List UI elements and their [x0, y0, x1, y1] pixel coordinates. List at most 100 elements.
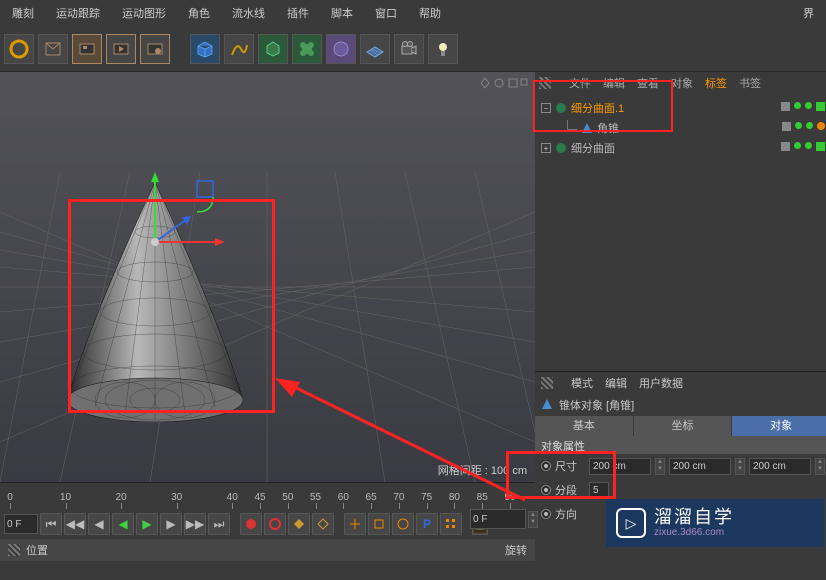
tab-object[interactable]: 对象	[732, 416, 826, 436]
tab-coord[interactable]: 坐标	[634, 416, 733, 436]
play-button[interactable]: ▶	[136, 513, 158, 535]
key-mode-button[interactable]	[312, 513, 334, 535]
annotation-box-tree	[533, 80, 673, 132]
menu-help[interactable]: 帮助	[411, 1, 449, 25]
annotation-box-attrs	[506, 451, 616, 499]
tab-basic[interactable]: 基本	[535, 416, 634, 436]
next-frame-button[interactable]: ▶	[160, 513, 182, 535]
param-key-button[interactable]: P	[416, 513, 438, 535]
watermark-url: zixue.3d66.com	[654, 527, 734, 538]
rot-label: 旋转	[505, 542, 527, 558]
coord-bar: 位置 旋转	[0, 539, 535, 561]
spinner-icon[interactable]: ▲▼	[735, 458, 745, 475]
cone-icon	[541, 398, 553, 413]
camera-button[interactable]	[394, 34, 424, 64]
layer-dot-icon[interactable]	[781, 142, 790, 154]
prev-frame-button[interactable]: ◀	[88, 513, 110, 535]
annotation-box-viewport	[68, 199, 275, 413]
floor-button[interactable]	[360, 34, 390, 64]
main-toolbar	[0, 26, 826, 72]
frame-start-field[interactable]	[4, 514, 38, 534]
play-back-button[interactable]: ◀	[112, 513, 134, 535]
undo-button[interactable]	[4, 34, 34, 64]
layer-dot-icon[interactable]	[781, 102, 790, 114]
om-bookmarks[interactable]: 书签	[739, 75, 761, 91]
menu-mograph[interactable]: 运动图形	[114, 1, 174, 25]
attr-title-text: 锥体对象 [角锥]	[559, 397, 634, 413]
3d-viewport[interactable]: 网格间距 : 100 cm	[0, 72, 535, 482]
attr-object-title: 锥体对象 [角锥]	[535, 394, 826, 416]
timeline-area: /*ticks rendered below by loop*/ 0102030…	[0, 482, 535, 580]
watermark: ▷ 溜溜自学 zixue.3d66.com	[606, 499, 824, 547]
tree-item-sds2[interactable]: + 细分曲面	[541, 138, 825, 158]
attr-mode[interactable]: 模式	[571, 375, 593, 391]
expand-icon[interactable]: +	[541, 143, 551, 153]
sel-tag-icon[interactable]	[817, 122, 825, 130]
render-settings-button[interactable]	[140, 34, 170, 64]
timeline-ruler[interactable]: /*ticks rendered below by loop*/ 0102030…	[0, 489, 535, 509]
viewport-nav-icons[interactable]	[481, 74, 529, 92]
size-y-field[interactable]: 200 cm	[669, 458, 731, 475]
render-pv-button[interactable]	[106, 34, 136, 64]
object-tree[interactable]: − 细分曲面.1 角锥	[535, 94, 826, 371]
menu-right-trunc[interactable]: 界	[795, 1, 822, 25]
tree-label[interactable]: 细分曲面	[571, 140, 615, 156]
anim-dot-icon[interactable]	[541, 461, 551, 471]
drag-handle-icon[interactable]	[541, 377, 553, 389]
om-tags[interactable]: 标签	[705, 75, 727, 91]
environment-button[interactable]	[326, 34, 356, 64]
vis-editor-icon[interactable]	[794, 142, 801, 149]
scale-key-button[interactable]	[368, 513, 390, 535]
pla-key-button[interactable]	[440, 513, 462, 535]
generator-button[interactable]	[258, 34, 288, 64]
goto-end-button[interactable]: ⏭	[208, 513, 230, 535]
menu-window[interactable]: 窗口	[367, 1, 405, 25]
next-key-button[interactable]: ▶▶	[184, 513, 206, 535]
enable-icon[interactable]	[816, 102, 825, 111]
spinner-icon[interactable]: ▲▼	[528, 511, 538, 528]
spinner-icon[interactable]: ▲▼	[655, 458, 665, 475]
menu-character[interactable]: 角色	[180, 1, 218, 25]
attr-userdata[interactable]: 用户数据	[639, 375, 683, 391]
vis-render-icon[interactable]	[805, 142, 812, 149]
deformer-button[interactable]	[292, 34, 322, 64]
attribute-manager: 模式 编辑 用户数据 锥体对象 [角锥] 基本 坐标 对象 对象属性 尺寸 20…	[535, 372, 826, 580]
menu-motion-track[interactable]: 运动跟踪	[48, 1, 108, 25]
main-menu-bar: 雕刻 运动跟踪 运动图形 角色 流水线 插件 脚本 窗口 帮助 界	[0, 0, 826, 26]
light-button[interactable]	[428, 34, 458, 64]
vis-editor-icon[interactable]	[795, 122, 802, 129]
redo-button[interactable]	[38, 34, 68, 64]
key-options-button[interactable]	[288, 513, 310, 535]
menu-script[interactable]: 脚本	[323, 1, 361, 25]
menu-pipeline[interactable]: 流水线	[224, 1, 273, 25]
enable-icon[interactable]	[816, 142, 825, 151]
attr-tabs: 基本 坐标 对象	[535, 416, 826, 436]
primitive-button[interactable]	[190, 34, 220, 64]
pos-key-button[interactable]	[344, 513, 366, 535]
size-z-field[interactable]: 200 cm	[749, 458, 811, 475]
goto-start-button[interactable]: ⏮	[40, 513, 62, 535]
menu-plugins[interactable]: 插件	[279, 1, 317, 25]
prev-key-button[interactable]: ◀◀	[64, 513, 86, 535]
vis-render-icon[interactable]	[806, 122, 813, 129]
menu-sculpt[interactable]: 雕刻	[4, 1, 42, 25]
vis-render-icon[interactable]	[805, 102, 812, 109]
rot-key-button[interactable]	[392, 513, 414, 535]
attr-edit[interactable]: 编辑	[605, 375, 627, 391]
record-button[interactable]	[240, 513, 262, 535]
object-manager: 文件 编辑 查看 对象 标签 书签 − 细分曲面.1	[535, 72, 826, 372]
anim-dot-icon[interactable]	[541, 509, 551, 519]
sds-icon	[555, 142, 567, 154]
render-view-button[interactable]	[72, 34, 102, 64]
autokey-button[interactable]	[264, 513, 286, 535]
om-object[interactable]: 对象	[671, 75, 693, 91]
spinner-icon[interactable]: ▲▼	[815, 458, 825, 475]
vis-editor-icon[interactable]	[794, 102, 801, 109]
drag-handle-icon[interactable]	[8, 544, 20, 556]
viewport-panel: 网格间距 : 100 cm /*ticks rendered below by …	[0, 72, 535, 580]
anim-dot-icon[interactable]	[541, 485, 551, 495]
transport-bar: ⏮ ◀◀ ◀ ◀ ▶ ▶ ▶▶ ⏭ P	[0, 509, 535, 539]
frame-current-field[interactable]	[470, 509, 526, 529]
layer-dot-icon[interactable]	[782, 122, 791, 134]
spline-button[interactable]	[224, 34, 254, 64]
